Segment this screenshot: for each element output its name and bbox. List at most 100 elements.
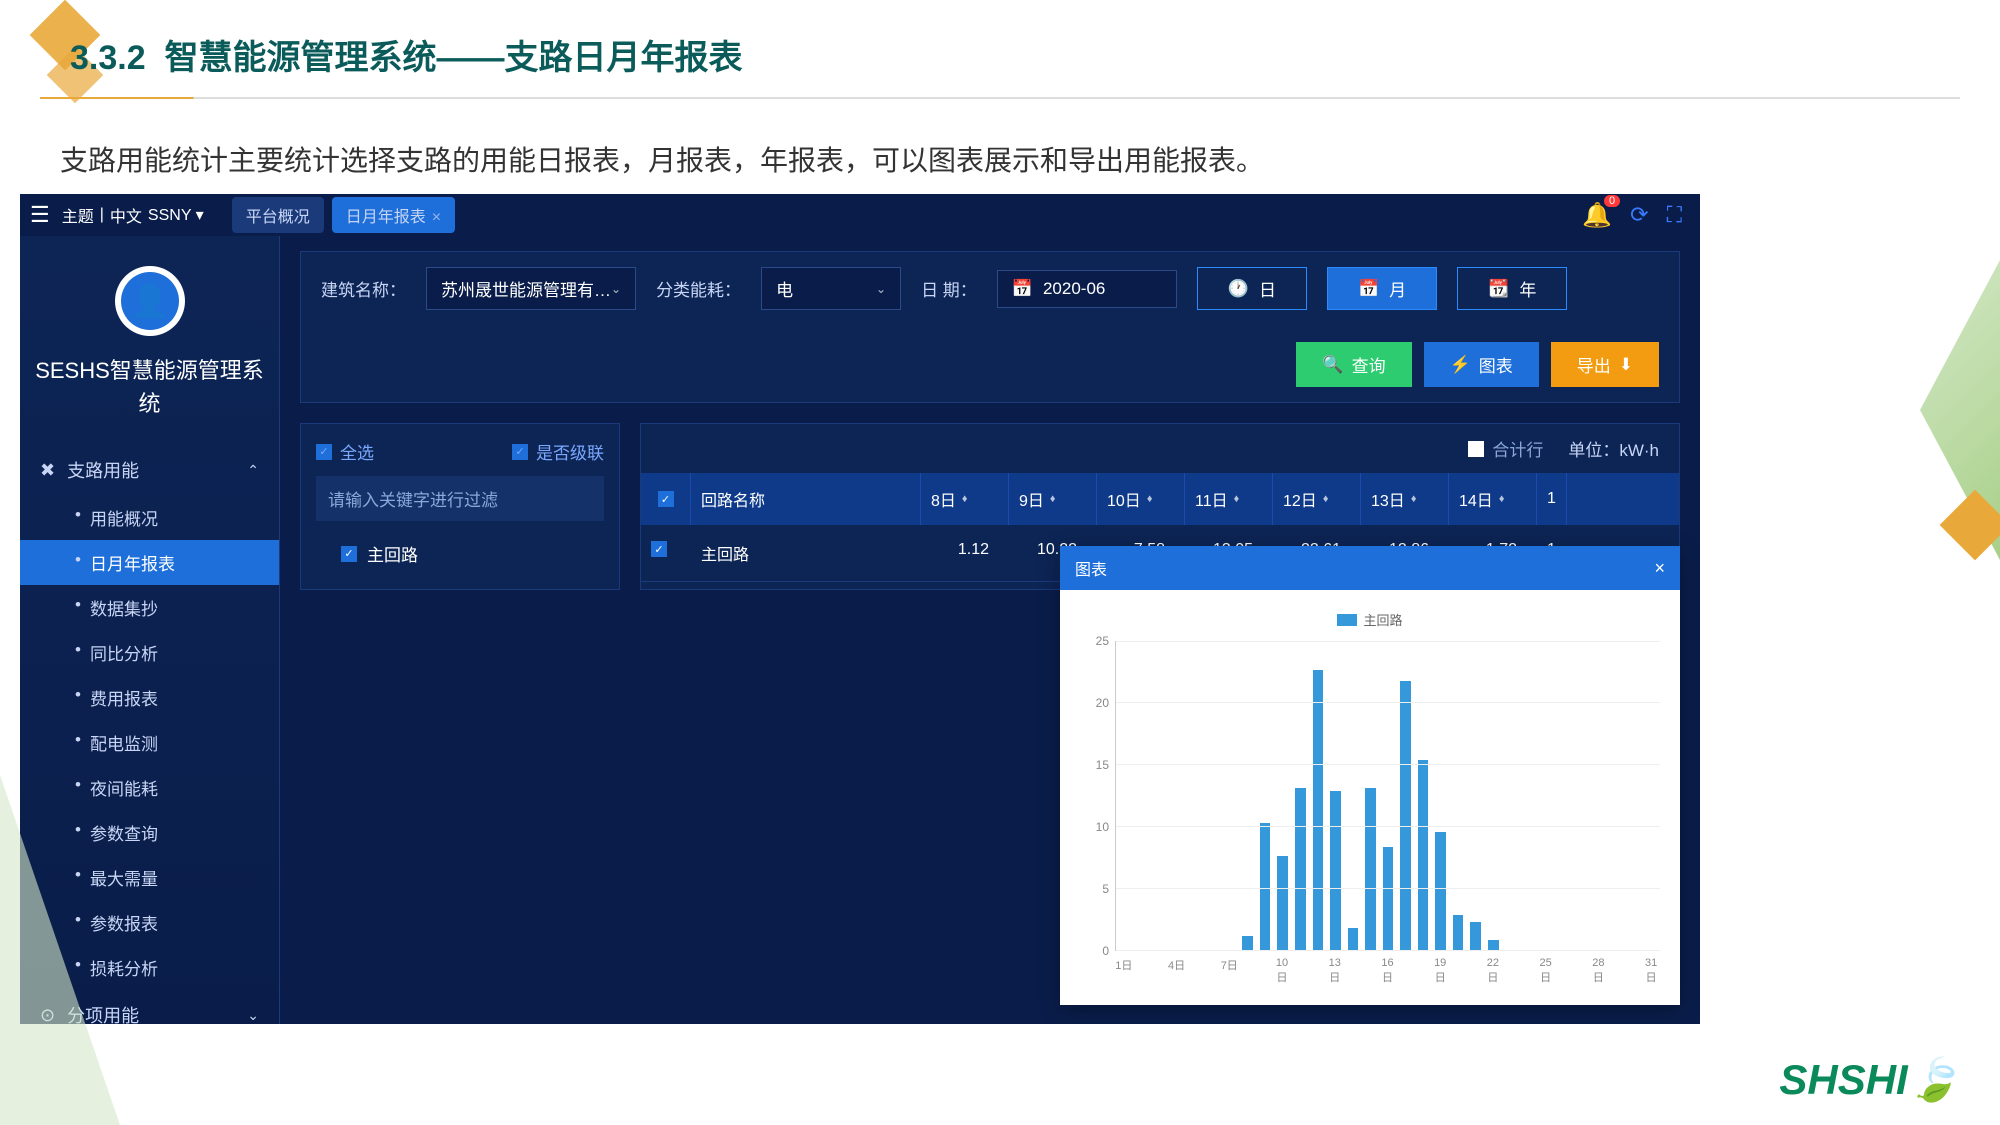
th-day-11[interactable]: 11日♦ (1185, 473, 1273, 525)
slide-header: 3.3.2 智慧能源管理系统——支路日月年报表 (0, 0, 2000, 109)
bar-slot (1221, 641, 1239, 950)
nav-item-overview[interactable]: 用能概况 (75, 495, 279, 540)
refresh-icon[interactable]: ⟳ (1630, 202, 1648, 228)
cascade-checkbox[interactable]: ✓是否级联 (512, 439, 604, 464)
query-button[interactable]: 🔍查询 (1296, 342, 1411, 387)
th-day-15[interactable]: 1 (1537, 473, 1567, 525)
tree-filter-input[interactable]: 请输入关键字进行过滤 (316, 476, 604, 521)
sort-icon: ♦ (1323, 493, 1329, 505)
nav-item-power[interactable]: 配电监测 (75, 720, 279, 765)
bar[interactable] (1383, 847, 1394, 950)
checkbox-icon: ✓ (512, 444, 528, 460)
tab-overview[interactable]: 平台概况 (232, 197, 324, 233)
bar[interactable] (1295, 788, 1306, 949)
nav-item-data[interactable]: 数据集抄 (75, 585, 279, 630)
bar-slot (1432, 641, 1450, 950)
bar-slot (1344, 641, 1362, 950)
bar[interactable] (1470, 922, 1481, 949)
tab-close-icon[interactable]: × (432, 209, 441, 226)
sort-icon: ♦ (1050, 493, 1056, 505)
x-tick: 4日 (1168, 957, 1186, 985)
th-name[interactable]: 回路名称 (691, 473, 921, 525)
select-all-checkbox[interactable]: ✓全选 (316, 439, 374, 464)
x-tick (1554, 957, 1572, 985)
chevron-down-icon: ⌄ (611, 282, 621, 296)
bar[interactable] (1260, 823, 1271, 949)
x-tick: 28日 (1590, 957, 1608, 985)
title-underline (40, 97, 1960, 99)
th-day-9[interactable]: 9日♦ (1009, 473, 1097, 525)
tree-node-root[interactable]: ✓主回路 (316, 533, 604, 574)
bar-slot (1520, 641, 1538, 950)
bar[interactable] (1330, 791, 1341, 950)
chevron-down-icon: ⌄ (876, 282, 886, 296)
x-tick: 13日 (1326, 957, 1344, 985)
bar[interactable] (1348, 928, 1359, 949)
nav-group-branch[interactable]: ✖ 支路用能 ⌃ (20, 445, 279, 495)
row-checkbox[interactable]: ✓ (641, 525, 691, 581)
legend-item[interactable]: 主回路 (1337, 610, 1402, 629)
slide-description: 支路用能统计主要统计选择支路的用能日报表，月报表，年报表，可以图表展示和导出用能… (0, 109, 2000, 194)
avatar[interactable]: 👤 (115, 266, 185, 336)
th-day-13[interactable]: 13日♦ (1361, 473, 1449, 525)
th-checkbox[interactable]: ✓ (641, 473, 691, 525)
bar[interactable] (1418, 760, 1429, 949)
unit-label: 单位：kW·h (1568, 436, 1659, 461)
calendar-icon: 📅 (1358, 279, 1379, 299)
bar[interactable] (1435, 832, 1446, 949)
bar[interactable] (1365, 788, 1376, 950)
th-day-10[interactable]: 10日♦ (1097, 473, 1185, 525)
period-year-button[interactable]: 📆年 (1457, 267, 1567, 310)
notification-icon[interactable]: 🔔0 (1582, 201, 1612, 230)
bar-slot (1134, 641, 1152, 950)
bar[interactable] (1488, 940, 1499, 950)
bar-slot (1607, 641, 1625, 950)
bar-slot (1397, 641, 1415, 950)
period-month-button[interactable]: 📅月 (1327, 267, 1437, 310)
x-tick: 7日 (1220, 957, 1238, 985)
theme-label[interactable]: 主题 (62, 203, 94, 227)
x-tick (1519, 957, 1537, 985)
nav-item-compare[interactable]: 同比分析 (75, 630, 279, 675)
bar-slot (1642, 641, 1660, 950)
category-select[interactable]: 电⌄ (761, 267, 901, 310)
legend-swatch (1337, 614, 1357, 626)
th-day-8[interactable]: 8日♦ (921, 473, 1009, 525)
bar-slot (1256, 641, 1274, 950)
x-tick (1625, 957, 1643, 985)
export-button[interactable]: 导出⬇ (1551, 342, 1659, 387)
nav-item-cost[interactable]: 费用报表 (75, 675, 279, 720)
chart-area: 0510152025 (1080, 641, 1660, 951)
bar-slot (1327, 641, 1345, 950)
lang-label[interactable]: 中文 (110, 203, 142, 227)
bar-slot (1274, 641, 1292, 950)
nav-item-report[interactable]: 日月年报表 (20, 540, 279, 585)
chart-bars (1116, 641, 1660, 950)
total-row-checkbox[interactable]: 合计行 (1468, 436, 1543, 461)
bar[interactable] (1277, 856, 1288, 950)
period-day-button[interactable]: 🕐日 (1197, 267, 1307, 310)
system-name: SESHS智慧能源管理系统 (20, 354, 279, 420)
date-input[interactable]: 📅2020-06 (997, 270, 1177, 308)
th-day-14[interactable]: 14日♦ (1449, 473, 1537, 525)
checkbox-icon: ✓ (341, 546, 357, 562)
tab-report[interactable]: 日月年报表× (332, 197, 455, 233)
chart-button[interactable]: ⚡图表 (1424, 342, 1539, 387)
slide-title: 3.3.2 智慧能源管理系统——支路日月年报表 (40, 30, 1960, 79)
calendar-icon: 📅 (1012, 279, 1033, 299)
x-tick (1238, 957, 1256, 985)
building-select[interactable]: 苏州晟世能源管理有…⌄ (426, 267, 636, 310)
topbar: ☰ 主题 | 中文 SSNY ▾ 平台概况 日月年报表× 🔔0 ⟳ ⛶ (20, 194, 1700, 236)
user-dropdown[interactable]: SSNY ▾ (148, 205, 204, 225)
bar[interactable] (1313, 670, 1324, 949)
bar[interactable] (1242, 936, 1253, 950)
bar[interactable] (1400, 681, 1411, 949)
fullscreen-icon[interactable]: ⛶ (1667, 202, 1682, 228)
close-icon[interactable]: × (1654, 558, 1665, 579)
th-day-12[interactable]: 12日♦ (1273, 473, 1361, 525)
bar[interactable] (1453, 915, 1464, 950)
app-screenshot: ☰ 主题 | 中文 SSNY ▾ 平台概况 日月年报表× 🔔0 ⟳ ⛶ 👤 SE… (20, 194, 1700, 1024)
menu-icon[interactable]: ☰ (30, 202, 50, 228)
chart-body: 主回路 0510152025 1日4日7日10日13日16日19日22日25日2… (1060, 590, 1680, 1005)
topbar-left: 主题 | 中文 SSNY ▾ (62, 203, 204, 227)
